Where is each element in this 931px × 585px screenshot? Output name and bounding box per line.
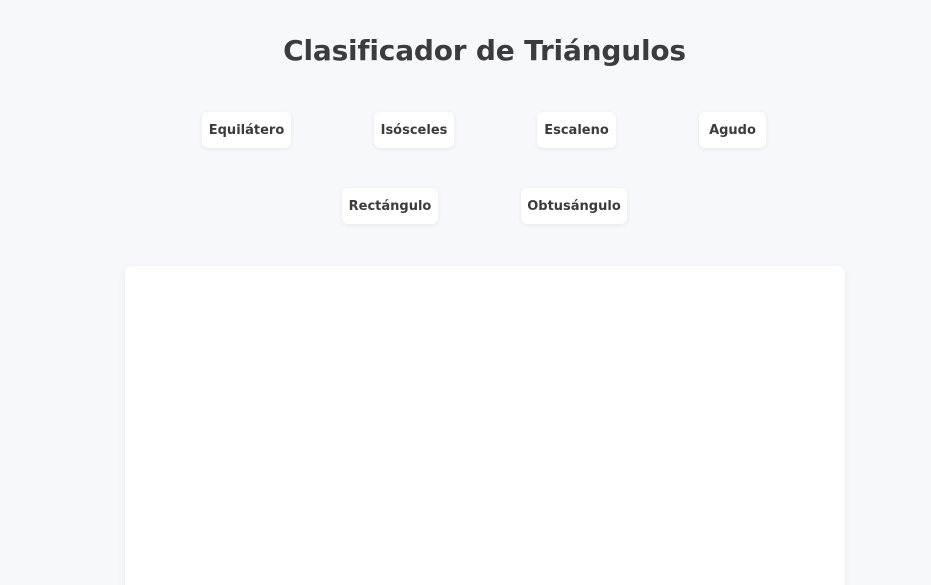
page-title: Clasificador de Triángulos: [283, 34, 686, 67]
rectangulo-button[interactable]: Rectángulo: [342, 188, 438, 224]
isosceles-button[interactable]: Isósceles: [374, 112, 454, 148]
equilatero-button[interactable]: Equilátero: [202, 112, 291, 148]
triangle-canvas[interactable]: [125, 266, 845, 585]
escaleno-button[interactable]: Escaleno: [537, 112, 616, 148]
page: Clasificador de Triángulos Equilátero Is…: [0, 0, 931, 585]
obtusangulo-button[interactable]: Obtusángulo: [521, 188, 627, 224]
agudo-button[interactable]: Agudo: [699, 112, 766, 148]
